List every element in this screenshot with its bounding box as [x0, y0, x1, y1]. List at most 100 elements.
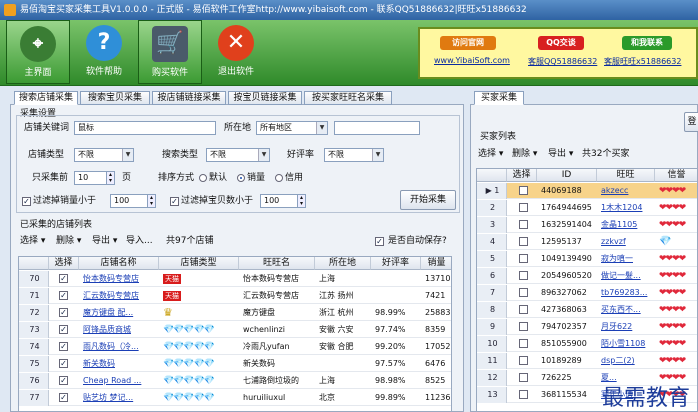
buyer-wangwang-link[interactable]: 寂为嗔一	[599, 251, 655, 267]
buyer-select-checkbox[interactable]	[519, 288, 528, 297]
buyer-wangwang-link[interactable]: zzkvzf	[599, 234, 655, 250]
buyer-export-menu[interactable]: 导出 ▾	[548, 147, 573, 161]
buyer-row[interactable]: 5 1049139490 寂为嗔一 ❤❤❤❤	[477, 251, 697, 267]
buyer-wangwang-link[interactable]: 1木木1204	[599, 200, 655, 216]
pages-stepper[interactable]: 10	[74, 171, 110, 185]
buyer-col-credit[interactable]: 信誉	[655, 169, 697, 182]
stepper-arrows-icon[interactable]: ▴ ▾	[147, 194, 156, 208]
col-select[interactable]: 选择	[49, 257, 79, 270]
buyer-wangwang-link[interactable]: 金晶1105	[599, 217, 655, 233]
tab-item-link[interactable]: 按宝贝链接采集	[228, 91, 302, 105]
qq-link[interactable]: 客服QQ51886632	[528, 56, 597, 67]
buyer-row[interactable]: 11 10189289 dsp二(2) ❤❤❤❤	[477, 353, 697, 369]
items-filter-checkbox[interactable]: ✓	[170, 197, 179, 206]
buyer-select-checkbox[interactable]	[519, 356, 528, 365]
home-button[interactable]: ⌖ 主界面	[6, 20, 70, 84]
keyword-input[interactable]: 鼠标	[74, 121, 216, 135]
table-row[interactable]: 75 ✓ 新关数码 💎💎💎💎💎 新关数码 97.57% 6476	[19, 356, 451, 372]
stepper-arrows-icon[interactable]: ▴ ▾	[297, 194, 306, 208]
col-wangwang[interactable]: 旺旺名	[239, 257, 315, 270]
items-filter-input[interactable]: 100	[260, 194, 298, 208]
buyer-select-checkbox[interactable]	[519, 390, 528, 399]
row-select-checkbox[interactable]: ✓	[59, 393, 68, 402]
buyer-wangwang-link[interactable]: 买东西不...	[599, 302, 655, 318]
row-select-checkbox[interactable]: ✓	[59, 359, 68, 368]
table-row[interactable]: 73 ✓ 阿锋品质商城 💎💎💎💎💎 wchenlinzi 安徽 六安 97.74% 8359	[19, 322, 451, 338]
shop-name-link[interactable]: 怡本数码专营店	[81, 271, 159, 287]
shop-name-link[interactable]: 魔方键盘 配...	[81, 305, 159, 321]
exit-button[interactable]: ✕ 退出软件	[204, 20, 268, 84]
buyer-row[interactable]: 9 794702357 月牙622 ❤❤❤❤	[477, 319, 697, 335]
row-select-checkbox[interactable]: ✓	[59, 325, 68, 334]
row-select-checkbox[interactable]: ✓	[59, 308, 68, 317]
table-row[interactable]: 74 ✓ 雨凡数码（冷... 💎💎💎💎💎 冷雨凡yufan 安徽 合肥 99.20% 1705…	[19, 339, 451, 355]
start-collect-button[interactable]: 开始采集	[400, 190, 456, 210]
buyer-wangwang-link[interactable]: dsp二(2)	[599, 353, 655, 369]
buyer-row[interactable]: 8 427368063 买东西不... ❤❤❤❤	[477, 302, 697, 318]
tab-buyer-ww[interactable]: 按买家旺旺名采集	[304, 91, 392, 105]
buyer-select-checkbox[interactable]	[519, 254, 528, 263]
tab-shop-link[interactable]: 按店铺链接采集	[152, 91, 226, 105]
buyer-wangwang-link[interactable]: akzecc	[599, 183, 655, 199]
help-button[interactable]: ? 软件帮助	[72, 20, 136, 84]
export-menu[interactable]: 导出 ▾	[92, 234, 117, 248]
table-row[interactable]: 77 ✓ 贴艺坊 梦记... 💎💎💎💎💎 huruiliuxul 北京 99.89% 1123…	[19, 390, 451, 406]
buyer-select-menu[interactable]: 选择 ▾	[478, 147, 503, 161]
select-menu[interactable]: 选择 ▾	[20, 234, 45, 248]
row-select-checkbox[interactable]: ✓	[59, 342, 68, 351]
tab-search-item[interactable]: 搜索宝贝采集	[80, 91, 150, 105]
rating-select[interactable]: 不限 ▼	[324, 148, 384, 162]
col-location[interactable]: 所在地	[315, 257, 371, 270]
tab-search-shop[interactable]: 搜索店铺采集	[14, 91, 78, 105]
shop-name-link[interactable]: 新关数码	[81, 356, 159, 372]
shop-type-select[interactable]: 不限 ▼	[74, 148, 134, 162]
shop-name-link[interactable]: 阿锋品质商城	[81, 322, 159, 338]
col-rating[interactable]: 好评率	[371, 257, 421, 270]
import-button[interactable]: 导入...	[126, 234, 153, 248]
buyer-select-checkbox[interactable]	[519, 339, 528, 348]
sales-filter-checkbox[interactable]: ✓	[22, 197, 31, 206]
tab-buyer-collect[interactable]: 买家采集	[474, 91, 524, 105]
buyer-select-checkbox[interactable]	[519, 305, 528, 314]
table-row[interactable]: 71 ✓ 汇云数码专营店 天猫 汇云数码专营店 江苏 扬州 7421	[19, 288, 451, 304]
shop-name-link[interactable]: 汇云数码专营店	[81, 288, 159, 304]
buyer-select-checkbox[interactable]	[519, 186, 528, 195]
buyer-wangwang-link[interactable]: 月牙622	[599, 319, 655, 335]
buyer-select-checkbox[interactable]	[519, 271, 528, 280]
login-button[interactable]: 登	[684, 112, 698, 132]
sales-filter-input[interactable]: 100	[110, 194, 148, 208]
shop-name-link[interactable]: 雨凡数码（冷...	[81, 339, 159, 355]
buyer-col-select[interactable]: 选择	[507, 169, 537, 182]
buyer-select-checkbox[interactable]	[519, 373, 528, 382]
buyer-wangwang-link[interactable]: 陌小雪1108	[599, 336, 655, 352]
location-select[interactable]: 所有地区 ▼	[256, 121, 328, 135]
buyer-wangwang-link[interactable]: 做记一髮...	[599, 268, 655, 284]
buyer-row[interactable]: 7 896327062 tb769283... ❤❤❤❤	[477, 285, 697, 301]
buyer-select-checkbox[interactable]	[519, 203, 528, 212]
buyer-col-wangwang[interactable]: 旺旺	[597, 169, 655, 182]
table-row[interactable]: 72 ✓ 魔方键盘 配... ♛ 魔方键盘 浙江 杭州 98.99% 25883	[19, 305, 451, 321]
buyer-delete-menu[interactable]: 删除 ▾	[512, 147, 537, 161]
location-detail-input[interactable]	[334, 121, 420, 135]
buyer-row[interactable]: 2 1764944695 1木木1204 ❤❤❤❤	[477, 200, 697, 216]
row-select-checkbox[interactable]: ✓	[59, 291, 68, 300]
buyer-col-id[interactable]: ID	[537, 169, 597, 182]
wangwang-link[interactable]: 客服旺旺x51886632	[604, 56, 681, 67]
shop-name-link[interactable]: Cheap Road ...	[81, 373, 159, 389]
search-type-select[interactable]: 不限 ▼	[206, 148, 270, 162]
table-row[interactable]: 76 ✓ Cheap Road ... 💎💎💎💎💎 七浦路倒垃圾的 上海 98.98% 852…	[19, 373, 451, 389]
buyer-wangwang-link[interactable]: tb769283...	[599, 285, 655, 301]
buyer-row[interactable]: 3 1632591404 金晶1105 ❤❤❤❤	[477, 217, 697, 233]
buyer-row[interactable]: 6 2054960520 做记一髮... ❤❤❤❤	[477, 268, 697, 284]
table-row[interactable]: 70 ✓ 怡本数码专营店 天猫 怡本数码专营店 上海 13710	[19, 271, 451, 287]
row-select-checkbox[interactable]: ✓	[59, 376, 68, 385]
shop-name-link[interactable]: 贴艺坊 梦记...	[81, 390, 159, 406]
delete-menu[interactable]: 删除 ▾	[56, 234, 81, 248]
buy-button[interactable]: 🛒 购买软件	[138, 20, 202, 84]
col-shop-name[interactable]: 店铺名称	[79, 257, 159, 270]
sort-sales-radio[interactable]	[237, 174, 245, 182]
sort-default-radio[interactable]	[199, 174, 207, 182]
buyer-select-checkbox[interactable]	[519, 322, 528, 331]
buyer-row[interactable]: 10 851055900 陌小雪1108 ❤❤❤❤	[477, 336, 697, 352]
website-link[interactable]: www.YibaiSoft.com	[434, 56, 510, 65]
